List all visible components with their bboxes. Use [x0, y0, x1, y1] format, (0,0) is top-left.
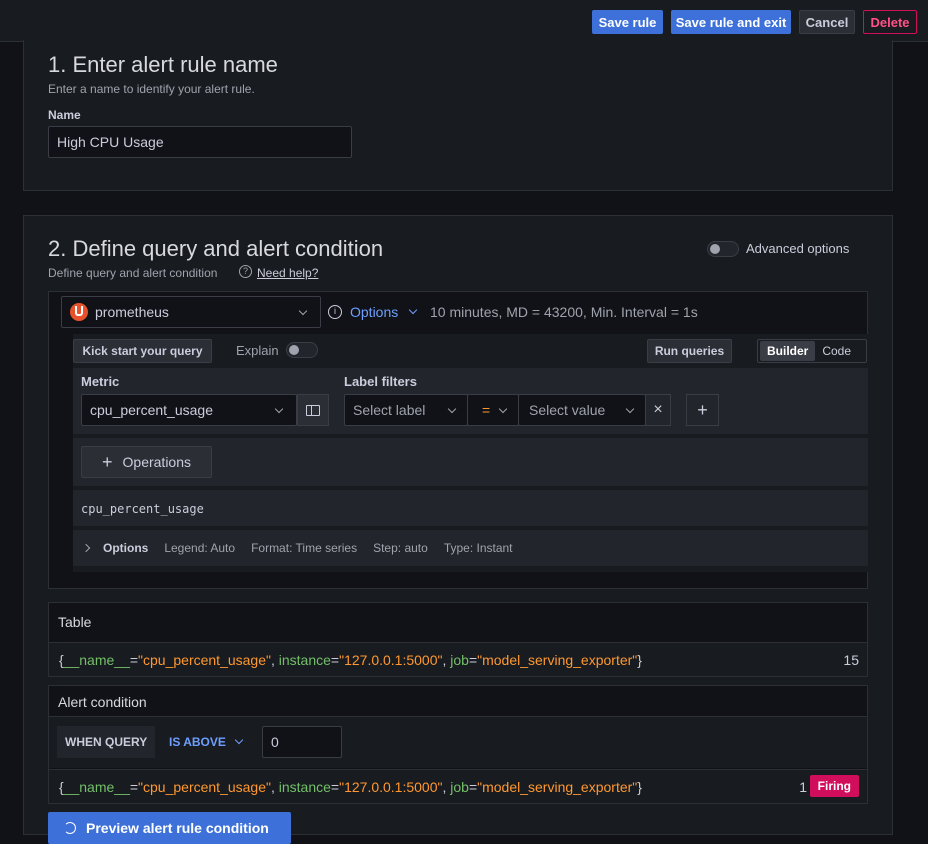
type-option: Type: Instant [443, 541, 513, 555]
alert-condition-panel: Alert condition WHEN QUERY IS ABOVE 0 {_… [48, 685, 868, 804]
metric-label: Metric [81, 374, 120, 389]
builder-mode-button[interactable]: Builder [760, 341, 816, 361]
format-option: Format: Time series [251, 541, 358, 555]
preview-button-label: Preview alert rule condition [86, 820, 269, 836]
scrollbar[interactable] [920, 42, 928, 828]
chevron-down-icon [298, 306, 308, 316]
select-value-text: Select value [529, 402, 606, 418]
metric-select[interactable]: cpu_percent_usage [81, 394, 297, 426]
table-value: 15 [843, 652, 859, 668]
query-editor: prometheus i Options 10 minutes, MD = 43… [48, 291, 868, 589]
metrics-explorer-button[interactable] [297, 394, 329, 426]
select-label-dropdown[interactable]: Select label [344, 394, 468, 426]
label-value: "cpu_percent_usage" [138, 652, 271, 668]
help-icon: ? [239, 265, 252, 278]
chevron-down-icon [234, 735, 244, 745]
section2-description: Define query and alert condition [48, 266, 218, 280]
kick-start-button[interactable]: Kick start your query [73, 339, 212, 363]
query-builder: Kick start your query Explain Run querie… [73, 334, 868, 572]
label-key: instance [278, 779, 331, 795]
options-row-title: Options [103, 541, 149, 555]
operator-text: = [482, 402, 491, 418]
section-query: 2. Define query and alert condition Defi… [23, 215, 893, 844]
label-value: "model_serving_exporter" [477, 652, 638, 668]
label-value: "model_serving_exporter" [477, 779, 638, 795]
mode-switch: Builder Code [757, 339, 867, 363]
explain-toggle[interactable] [286, 342, 318, 358]
section2-title: 2. Define query and alert condition [48, 236, 384, 261]
name-label: Name [48, 108, 81, 122]
label-key: __name__ [63, 779, 130, 795]
legend-option: Legend: Auto [164, 541, 236, 555]
options-summary: 10 minutes, MD = 43200, Min. Interval = … [430, 304, 698, 320]
label-value: "127.0.0.1:5000" [339, 652, 443, 668]
label-key: __name__ [63, 652, 130, 668]
threshold-input[interactable]: 0 [262, 726, 342, 758]
options-link[interactable]: Options [350, 304, 398, 320]
preview-condition-button[interactable]: Preview alert rule condition [48, 812, 291, 844]
refresh-icon [64, 822, 76, 834]
datasource-picker[interactable]: prometheus [61, 296, 321, 328]
add-operation-button[interactable]: + Operations [81, 446, 212, 478]
metric-value: cpu_percent_usage [90, 402, 213, 418]
remove-filter-close-icon[interactable]: × [645, 394, 671, 426]
step-option: Step: auto [373, 541, 428, 555]
table-panel: Table {__name__="cpu_percent_usage", ins… [48, 602, 868, 677]
info-icon: i [328, 305, 342, 319]
need-help-link[interactable]: Need help? [257, 266, 318, 280]
label-filters-label: Label filters [344, 374, 417, 389]
section-rule-name: 1. Enter alert rule name Enter a name to… [23, 40, 893, 191]
condition-result-row: {__name__="cpu_percent_usage", instance=… [49, 769, 867, 803]
table-row: {__name__="cpu_percent_usage", instance=… [49, 642, 867, 676]
label-key: instance [278, 652, 331, 668]
label-key: job [450, 652, 469, 668]
metric-block: Metric cpu_percent_usage Label filters S… [73, 368, 868, 434]
advanced-options-label: Advanced options [746, 241, 850, 256]
run-queries-button[interactable]: Run queries [647, 339, 732, 363]
operations-block: + Operations [73, 438, 868, 486]
result-value: 1 [799, 779, 807, 795]
plus-icon: + [102, 451, 113, 472]
chevron-right-icon[interactable] [81, 543, 91, 553]
delete-button[interactable]: Delete [863, 10, 917, 34]
table-title: Table [58, 614, 92, 630]
chevron-down-icon [447, 404, 457, 414]
datasource-name: prometheus [95, 304, 169, 320]
label-value: "cpu_percent_usage" [138, 779, 271, 795]
label-key: job [450, 779, 469, 795]
rule-name-input[interactable]: High CPU Usage [48, 126, 352, 158]
operator-dropdown[interactable]: = [467, 394, 519, 426]
chevron-down-icon [498, 404, 508, 414]
is-above-label: IS ABOVE [169, 735, 226, 749]
select-value-dropdown[interactable]: Select value [518, 394, 646, 426]
save-rule-button[interactable]: Save rule [592, 10, 663, 34]
code-mode-button[interactable]: Code [815, 341, 858, 361]
prometheus-icon [70, 303, 88, 321]
explain-label: Explain [236, 343, 279, 358]
cancel-button[interactable]: Cancel [799, 10, 855, 34]
condition-row: WHEN QUERY IS ABOVE 0 [49, 716, 867, 768]
when-query-label: WHEN QUERY [57, 726, 156, 758]
chevron-down-icon [625, 404, 635, 414]
book-icon [306, 404, 320, 416]
top-toolbar: Save rule Save rule and exit Cancel Dele… [0, 0, 928, 42]
is-above-dropdown[interactable]: IS ABOVE [169, 726, 244, 758]
section1-title: 1. Enter alert rule name [48, 52, 278, 77]
alert-condition-title: Alert condition [58, 694, 147, 710]
firing-badge: Firing [809, 775, 859, 797]
query-preview: cpu_percent_usage [73, 490, 868, 526]
chevron-down-icon [274, 404, 284, 414]
advanced-options-toggle[interactable] [707, 241, 739, 257]
operations-label: Operations [122, 454, 191, 470]
select-label-text: Select label [353, 402, 426, 418]
options-row[interactable]: Options Legend: Auto Format: Time series… [73, 530, 868, 566]
save-rule-and-exit-button[interactable]: Save rule and exit [671, 10, 791, 34]
add-filter-plus-icon[interactable]: + [686, 394, 719, 426]
label-value: "127.0.0.1:5000" [339, 779, 443, 795]
section1-description: Enter a name to identify your alert rule… [48, 82, 255, 96]
options-chevron-icon[interactable] [408, 305, 418, 315]
